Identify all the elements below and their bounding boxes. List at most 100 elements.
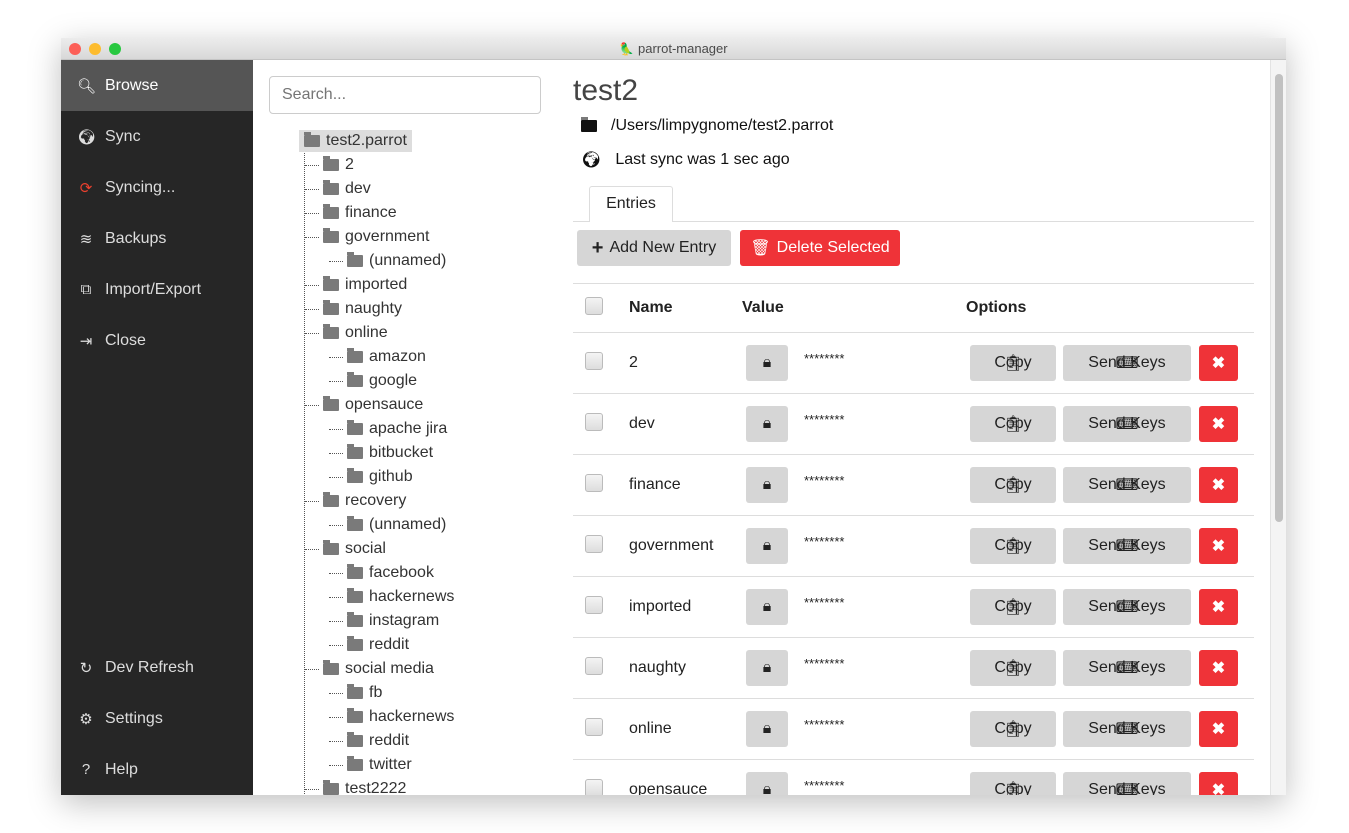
send-keys-button[interactable]: ⌨ Send Keys xyxy=(1063,467,1191,503)
tree-node[interactable]: dev xyxy=(323,178,371,200)
reveal-value-button[interactable]: 🔒︎ xyxy=(746,345,788,381)
minimize-window-button[interactable] xyxy=(89,43,101,55)
send-keys-button[interactable]: ⌨ Send Keys xyxy=(1063,650,1191,686)
tree-node[interactable]: (unnamed) xyxy=(347,514,446,536)
reveal-value-button[interactable]: 🔒︎ xyxy=(746,772,788,795)
tree-node[interactable]: reddit xyxy=(347,634,409,656)
copy-button[interactable]: 📋︎ Copy xyxy=(970,345,1056,381)
tree-node[interactable]: bitbucket xyxy=(347,442,433,464)
send-keys-button[interactable]: ⌨ Send Keys xyxy=(1063,528,1191,564)
delete-entry-button[interactable]: ✖ xyxy=(1199,650,1238,686)
scrollbar-thumb[interactable] xyxy=(1275,74,1283,522)
sync-info: 🌍︎ Last sync was 1 sec ago xyxy=(581,150,790,170)
send-keys-button[interactable]: ⌨ Send Keys xyxy=(1063,711,1191,747)
tree-node[interactable]: government xyxy=(323,226,430,248)
send-keys-button[interactable]: ⌨ Send Keys xyxy=(1063,345,1191,381)
reveal-value-button[interactable]: 🔒︎ xyxy=(746,589,788,625)
folder-icon xyxy=(323,780,339,795)
copy-button[interactable]: 📋︎ Copy xyxy=(970,711,1056,747)
tree-node[interactable]: amazon xyxy=(347,346,426,368)
scrollbar[interactable] xyxy=(1270,60,1286,795)
tree-node[interactable]: social media xyxy=(323,658,434,680)
tree-node[interactable]: instagram xyxy=(347,610,439,632)
delete-selected-button[interactable]: 🗑︎ Delete Selected xyxy=(740,230,900,266)
refresh-icon: ↻ xyxy=(79,659,93,677)
delete-entry-button[interactable]: ✖ xyxy=(1199,467,1238,503)
entry-name: finance xyxy=(629,476,681,493)
row-checkbox[interactable] xyxy=(585,596,603,614)
tree-node[interactable]: apache jira xyxy=(347,418,447,440)
sidebar-item-help[interactable]: ? Help xyxy=(61,744,253,795)
delete-entry-button[interactable]: ✖ xyxy=(1199,406,1238,442)
copy-button[interactable]: 📋︎ Copy xyxy=(970,650,1056,686)
close-window-button[interactable] xyxy=(69,43,81,55)
tree-node[interactable]: social xyxy=(323,538,386,560)
reveal-value-button[interactable]: 🔒︎ xyxy=(746,650,788,686)
reveal-value-button[interactable]: 🔒︎ xyxy=(746,711,788,747)
row-checkbox[interactable] xyxy=(585,718,603,736)
copy-button[interactable]: 📋︎ Copy xyxy=(970,589,1056,625)
sidebar-item-import-export[interactable]: ⧉ Import/Export xyxy=(61,264,253,315)
tree-node[interactable]: twitter xyxy=(347,754,412,776)
delete-entry-button[interactable]: ✖ xyxy=(1199,589,1238,625)
tree-node[interactable]: test2.parrot xyxy=(299,130,412,152)
row-checkbox[interactable] xyxy=(585,413,603,431)
sidebar-item-browse[interactable]: 🔍︎ Browse xyxy=(61,60,253,111)
folder-icon xyxy=(323,540,339,555)
tree-node-label: opensauce xyxy=(345,396,424,413)
send-keys-button[interactable]: ⌨ Send Keys xyxy=(1063,589,1191,625)
copy-button[interactable]: 📋︎ Copy xyxy=(970,528,1056,564)
select-all-checkbox[interactable] xyxy=(585,297,603,315)
tree-node[interactable]: opensauce xyxy=(323,394,423,416)
tree-line xyxy=(305,189,319,190)
sidebar-item-close[interactable]: ⇥ Close xyxy=(61,315,253,366)
add-new-entry-button[interactable]: + Add New Entry xyxy=(577,230,731,266)
sidebar-item-settings[interactable]: ⚙ Settings xyxy=(61,693,253,744)
reveal-value-button[interactable]: 🔒︎ xyxy=(746,467,788,503)
tree-node[interactable]: reddit xyxy=(347,730,409,752)
tree-node[interactable]: hackernews xyxy=(347,586,454,608)
row-checkbox[interactable] xyxy=(585,474,603,492)
copy-button[interactable]: 📋︎ Copy xyxy=(970,467,1056,503)
tree-node[interactable]: test2222 xyxy=(323,778,406,795)
tree-node[interactable]: fb xyxy=(347,682,382,704)
row-checkbox[interactable] xyxy=(585,657,603,675)
delete-entry-button[interactable]: ✖ xyxy=(1199,711,1238,747)
search-input[interactable] xyxy=(269,76,541,114)
sidebar-item-syncing[interactable]: ⟳ Syncing... xyxy=(61,162,253,213)
tab-entries[interactable]: Entries xyxy=(589,186,673,222)
tab-divider xyxy=(573,221,1254,222)
tree-node[interactable]: (unnamed) xyxy=(347,250,446,272)
sidebar-item-sync[interactable]: 🌍︎ Sync xyxy=(61,111,253,162)
tree-node-label: test2.parrot xyxy=(326,132,407,149)
tree-node[interactable]: github xyxy=(347,466,413,488)
tree-node[interactable]: facebook xyxy=(347,562,434,584)
entry-value: ******** xyxy=(804,351,845,366)
row-checkbox[interactable] xyxy=(585,535,603,553)
reveal-value-button[interactable]: 🔒︎ xyxy=(746,406,788,442)
tree-node[interactable]: online xyxy=(323,322,388,344)
tree-node[interactable]: imported xyxy=(323,274,407,296)
tree-node[interactable]: hackernews xyxy=(347,706,454,728)
folder-icon xyxy=(347,612,363,627)
send-keys-button[interactable]: ⌨ Send Keys xyxy=(1063,406,1191,442)
reveal-value-button[interactable]: 🔒︎ xyxy=(746,528,788,564)
tree-node[interactable]: naughty xyxy=(323,298,402,320)
send-keys-button[interactable]: ⌨ Send Keys xyxy=(1063,772,1191,795)
delete-entry-button[interactable]: ✖ xyxy=(1199,772,1238,795)
copy-button[interactable]: 📋︎ Copy xyxy=(970,772,1056,795)
sidebar-item-backups[interactable]: ≋ Backups xyxy=(61,213,253,264)
table-row: opensauce 🔒︎ ******** 📋︎ Copy ⌨ Send Keys … xyxy=(573,759,1254,795)
tree-node[interactable]: 2 xyxy=(323,154,354,176)
maximize-window-button[interactable] xyxy=(109,43,121,55)
row-checkbox[interactable] xyxy=(585,352,603,370)
tree-node[interactable]: finance xyxy=(323,202,397,224)
tree-node[interactable]: google xyxy=(347,370,417,392)
delete-entry-button[interactable]: ✖ xyxy=(1199,528,1238,564)
row-checkbox[interactable] xyxy=(585,779,603,795)
delete-entry-button[interactable]: ✖ xyxy=(1199,345,1238,381)
copy-button[interactable]: 📋︎ Copy xyxy=(970,406,1056,442)
sidebar-item-dev-refresh[interactable]: ↻ Dev Refresh xyxy=(61,642,253,693)
close-icon: ✖ xyxy=(1211,355,1226,372)
tree-node[interactable]: recovery xyxy=(323,490,406,512)
